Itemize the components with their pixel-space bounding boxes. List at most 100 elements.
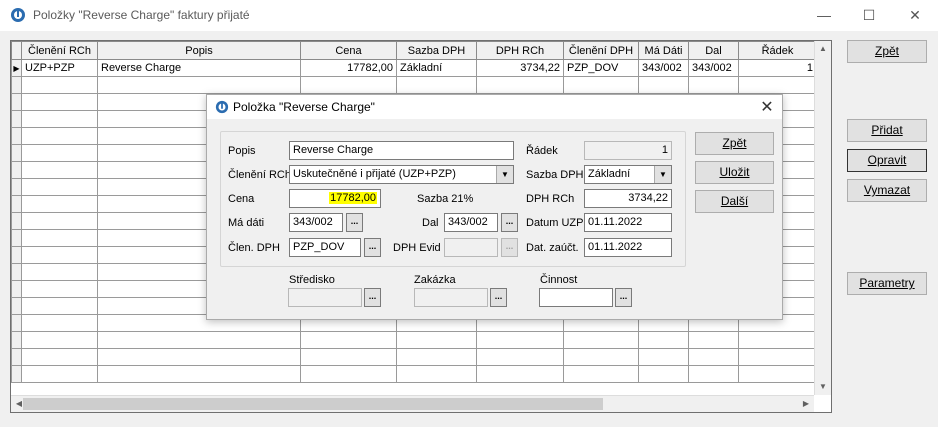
- ma-dati-input[interactable]: 343/002: [289, 213, 343, 232]
- empty-cell[interactable]: [638, 76, 689, 94]
- empty-cell[interactable]: [476, 331, 564, 349]
- cell-cleneni-dph[interactable]: PZP_DOV: [563, 59, 639, 77]
- empty-cell[interactable]: [21, 144, 98, 162]
- empty-cell[interactable]: [300, 365, 397, 383]
- empty-cell[interactable]: [563, 365, 639, 383]
- empty-cell[interactable]: [21, 229, 98, 247]
- cell-popis[interactable]: Reverse Charge: [97, 59, 301, 77]
- datum-uzp-input[interactable]: 01.11.2022: [584, 213, 672, 232]
- clen-dph-input[interactable]: PZP_DOV: [289, 238, 361, 257]
- maximize-button[interactable]: ☐: [857, 4, 881, 26]
- parametry-button[interactable]: Parametry: [847, 272, 927, 295]
- empty-cell[interactable]: [21, 178, 98, 196]
- empty-cell[interactable]: [476, 365, 564, 383]
- empty-cell[interactable]: [97, 76, 301, 94]
- zpet-button[interactable]: Zpět: [847, 40, 927, 63]
- empty-cell[interactable]: [688, 331, 739, 349]
- stredisko-browse-button[interactable]: ...: [364, 288, 381, 307]
- minimize-button[interactable]: —: [812, 4, 836, 26]
- col-header-radek[interactable]: Řádek: [738, 41, 817, 60]
- cell-sazba-dph[interactable]: Základní: [396, 59, 477, 77]
- empty-cell[interactable]: [21, 280, 98, 298]
- scroll-right-icon[interactable]: ▶: [798, 396, 814, 412]
- dat-zauct-input[interactable]: 01.11.2022: [584, 238, 672, 257]
- cell-cena[interactable]: 17782,00: [300, 59, 397, 77]
- table-row-empty[interactable]: [11, 348, 817, 366]
- col-header-popis[interactable]: Popis: [97, 41, 301, 60]
- empty-cell[interactable]: [21, 246, 98, 264]
- cell-dal[interactable]: 343/002: [688, 59, 739, 77]
- scroll-down-icon[interactable]: ▼: [815, 379, 831, 395]
- empty-cell[interactable]: [563, 348, 639, 366]
- chevron-down-icon[interactable]: ▼: [654, 166, 671, 183]
- close-button[interactable]: ✕: [903, 4, 927, 26]
- zakazka-browse-button[interactable]: ...: [490, 288, 507, 307]
- empty-cell[interactable]: [396, 331, 477, 349]
- col-header-ma-dati[interactable]: Má Dáti: [638, 41, 689, 60]
- empty-cell[interactable]: [476, 348, 564, 366]
- vymazat-button[interactable]: Vymazat: [847, 179, 927, 202]
- table-row[interactable]: ▶ UZP+PZP Reverse Charge 17782,00 Základ…: [11, 59, 817, 77]
- horizontal-scroll-thumb[interactable]: [23, 398, 603, 410]
- empty-cell[interactable]: [21, 195, 98, 213]
- empty-cell[interactable]: [396, 365, 477, 383]
- empty-cell[interactable]: [688, 76, 739, 94]
- cleneni-rch-select[interactable]: Uskutečněné i přijaté (UZP+PZP) ▼: [289, 165, 514, 184]
- col-header-cleneni-dph[interactable]: Členění DPH: [563, 41, 639, 60]
- empty-cell[interactable]: [396, 76, 477, 94]
- ma-dati-browse-button[interactable]: ...: [346, 213, 363, 232]
- clen-dph-browse-button[interactable]: ...: [364, 238, 381, 257]
- empty-cell[interactable]: [563, 331, 639, 349]
- dal-browse-button[interactable]: ...: [501, 213, 518, 232]
- empty-cell[interactable]: [738, 76, 817, 94]
- empty-cell[interactable]: [688, 348, 739, 366]
- dialog-close-icon[interactable]: ✕: [757, 97, 777, 117]
- col-header-cleneni-rch[interactable]: Členění RCh: [21, 41, 98, 60]
- dialog-ulozit-button[interactable]: Uložit: [695, 161, 774, 184]
- empty-cell[interactable]: [21, 110, 98, 128]
- empty-cell[interactable]: [300, 76, 397, 94]
- cell-radek[interactable]: 1: [738, 59, 817, 77]
- cell-ma-dati[interactable]: 343/002: [638, 59, 689, 77]
- dialog-dalsi-button[interactable]: Další: [695, 190, 774, 213]
- col-header-dal[interactable]: Dal: [688, 41, 739, 60]
- pridat-button[interactable]: Přidat: [847, 119, 927, 142]
- empty-cell[interactable]: [396, 348, 477, 366]
- empty-cell[interactable]: [21, 76, 98, 94]
- empty-cell[interactable]: [738, 331, 817, 349]
- empty-cell[interactable]: [21, 365, 98, 383]
- empty-cell[interactable]: [300, 348, 397, 366]
- dph-rch-input[interactable]: 3734,22: [584, 189, 672, 208]
- vertical-scrollbar[interactable]: ▲ ▼: [814, 41, 831, 395]
- opravit-button[interactable]: Opravit: [847, 149, 927, 172]
- dialog-zpet-button[interactable]: Zpět: [695, 132, 774, 155]
- empty-cell[interactable]: [21, 212, 98, 230]
- empty-cell[interactable]: [638, 348, 689, 366]
- empty-cell[interactable]: [97, 365, 301, 383]
- cena-input[interactable]: 17782,00: [289, 189, 381, 208]
- empty-cell[interactable]: [476, 76, 564, 94]
- empty-cell[interactable]: [21, 331, 98, 349]
- empty-cell[interactable]: [21, 348, 98, 366]
- empty-cell[interactable]: [638, 365, 689, 383]
- table-row-empty[interactable]: [11, 76, 817, 94]
- chevron-down-icon[interactable]: ▼: [496, 166, 513, 183]
- empty-cell[interactable]: [563, 76, 639, 94]
- cell-cleneni-rch[interactable]: UZP+PZP: [21, 59, 98, 77]
- table-row-empty[interactable]: [11, 331, 817, 349]
- scroll-up-icon[interactable]: ▲: [815, 41, 831, 57]
- col-header-sazba-dph[interactable]: Sazba DPH: [396, 41, 477, 60]
- empty-cell[interactable]: [21, 314, 98, 332]
- empty-cell[interactable]: [21, 297, 98, 315]
- dal-input[interactable]: 343/002: [444, 213, 498, 232]
- col-header-cena[interactable]: Cena: [300, 41, 397, 60]
- empty-cell[interactable]: [738, 348, 817, 366]
- empty-cell[interactable]: [97, 348, 301, 366]
- empty-cell[interactable]: [21, 161, 98, 179]
- sazba-dph-select[interactable]: Základní ▼: [584, 165, 672, 184]
- table-row-empty[interactable]: [11, 365, 817, 383]
- horizontal-scrollbar[interactable]: ◀ ▶: [11, 395, 814, 412]
- popis-input[interactable]: Reverse Charge: [289, 141, 514, 160]
- col-header-dph-rch[interactable]: DPH RCh: [476, 41, 564, 60]
- empty-cell[interactable]: [97, 331, 301, 349]
